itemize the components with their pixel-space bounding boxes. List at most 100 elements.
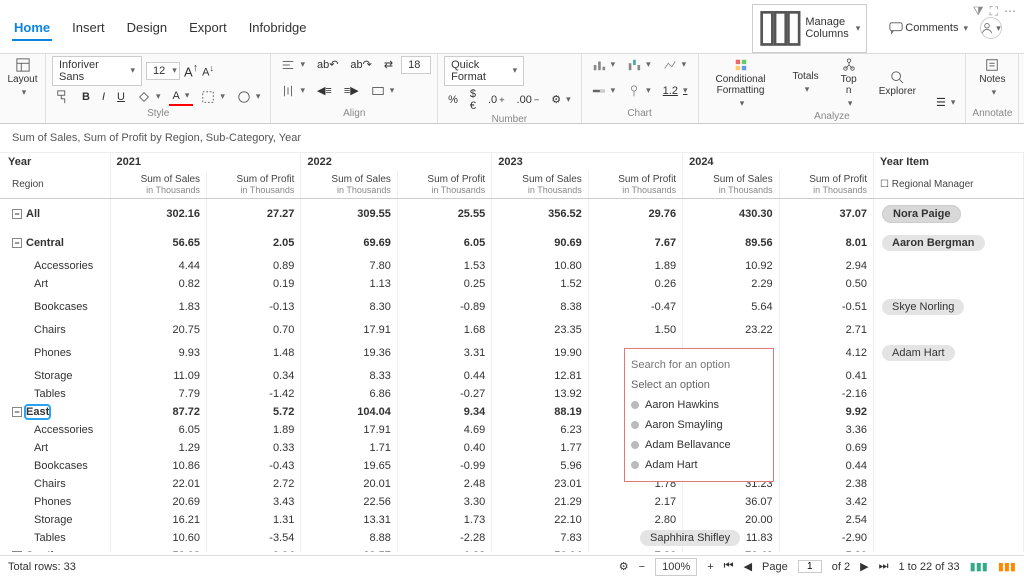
data-cell[interactable]: -0.89 xyxy=(397,293,491,321)
data-cell[interactable]: 6.23 xyxy=(492,421,589,439)
tab-export[interactable]: Export xyxy=(187,16,229,41)
zoom-level[interactable]: 100% xyxy=(655,558,697,576)
data-cell[interactable]: 4.44 xyxy=(110,257,207,275)
data-cell[interactable]: 10.86 xyxy=(110,457,207,475)
tab-design[interactable]: Design xyxy=(125,16,169,41)
data-cell[interactable]: 4.12 xyxy=(779,339,873,367)
table-row[interactable]: Tables7.79-1.426.86-0.2713.920.2910.59-2… xyxy=(0,385,1024,403)
data-cell[interactable]: 2.05 xyxy=(207,229,301,257)
align-v-button[interactable] xyxy=(277,82,309,100)
data-cell[interactable]: 89.56 xyxy=(683,229,780,257)
data-cell[interactable]: -2.16 xyxy=(779,385,873,403)
data-cell[interactable]: 23.35 xyxy=(492,321,589,339)
data-cell[interactable]: 17.91 xyxy=(301,421,398,439)
data-cell[interactable]: 8.33 xyxy=(301,367,398,385)
manager-chip[interactable]: Aaron Bergman xyxy=(882,235,985,251)
data-cell[interactable]: 19.36 xyxy=(301,339,398,367)
dec-inc-button[interactable]: .0+ xyxy=(484,92,509,108)
comments-button[interactable]: Comments xyxy=(885,19,972,37)
text-rotate-button[interactable]: ⇄ xyxy=(380,56,397,73)
data-cell[interactable]: 6.05 xyxy=(110,421,207,439)
data-cell[interactable]: 1.31 xyxy=(207,511,301,529)
data-cell[interactable]: 0.82 xyxy=(110,275,207,293)
table-row[interactable]: −All302.1627.27309.5525.55356.5229.76430… xyxy=(0,198,1024,229)
expand-icon[interactable]: ⛶ xyxy=(990,4,998,19)
data-cell[interactable]: 0.44 xyxy=(779,457,873,475)
font-size-select[interactable]: 12 xyxy=(146,62,180,80)
data-cell[interactable]: 7.36 xyxy=(588,547,682,552)
data-cell[interactable]: 3.31 xyxy=(397,339,491,367)
data-cell[interactable]: 13.92 xyxy=(492,385,589,403)
data-cell[interactable]: 5.64 xyxy=(683,293,780,321)
italic-button[interactable]: I xyxy=(98,89,109,105)
data-cell[interactable]: 2.94 xyxy=(779,257,873,275)
manager-cell[interactable] xyxy=(874,421,1024,439)
more-icon[interactable]: ⋯ xyxy=(1004,4,1016,19)
data-cell[interactable]: 56.65 xyxy=(110,229,207,257)
page-input[interactable] xyxy=(798,560,822,573)
data-cell[interactable]: 12.81 xyxy=(492,367,589,385)
table-row[interactable]: −East87.725.72104.049.3488.195.98123.919… xyxy=(0,403,1024,421)
data-cell[interactable]: 0.34 xyxy=(207,367,301,385)
collapse-icon[interactable]: − xyxy=(12,238,22,248)
indent-inc-button[interactable]: ≡▶ xyxy=(340,82,363,99)
data-cell[interactable]: 22.10 xyxy=(492,511,589,529)
data-cell[interactable]: 20.00 xyxy=(683,511,780,529)
data-cell[interactable]: 16.21 xyxy=(110,511,207,529)
data-cell[interactable]: 3.43 xyxy=(207,493,301,511)
data-cell[interactable]: 23.01 xyxy=(492,475,589,493)
number-more-button[interactable]: ⚙ xyxy=(547,91,574,108)
filter-icon[interactable]: ⧩ xyxy=(973,4,984,19)
manager-cell[interactable]: Aaron Bergman xyxy=(874,229,1024,257)
data-cell[interactable]: 8.38 xyxy=(492,293,589,321)
manager-chip-extra[interactable]: Saphhira Shifley xyxy=(640,530,740,546)
data-cell[interactable]: 0.89 xyxy=(207,257,301,275)
next-page-button[interactable]: ▶ xyxy=(860,560,868,573)
data-cell[interactable]: 2.71 xyxy=(779,321,873,339)
underline-style-button[interactable]: 1.2 xyxy=(659,83,692,99)
data-cell[interactable]: 87.72 xyxy=(110,403,207,421)
data-cell[interactable]: 2.80 xyxy=(588,511,682,529)
data-cell[interactable]: -2.28 xyxy=(397,529,491,547)
data-cell[interactable]: 0.50 xyxy=(779,275,873,293)
border-button[interactable] xyxy=(197,88,229,106)
data-cell[interactable]: 1.52 xyxy=(492,275,589,293)
data-cell[interactable]: 3.30 xyxy=(397,493,491,511)
manager-cell[interactable] xyxy=(874,321,1024,339)
bar-chart-button[interactable] xyxy=(588,56,620,74)
data-cell[interactable]: 2.54 xyxy=(779,511,873,529)
manager-cell[interactable] xyxy=(874,257,1024,275)
data-cell[interactable]: 10.92 xyxy=(683,257,780,275)
data-cell[interactable]: 0.41 xyxy=(779,367,873,385)
data-cell[interactable]: 8.88 xyxy=(301,529,398,547)
collapse-icon[interactable]: − xyxy=(12,407,22,417)
manager-cell[interactable] xyxy=(874,457,1024,475)
conditional-formatting-button[interactable]: Conditional Formatting xyxy=(705,56,777,111)
data-cell[interactable]: 5.72 xyxy=(207,403,301,421)
data-cell[interactable]: 25.55 xyxy=(397,198,491,229)
manager-cell[interactable] xyxy=(874,547,1024,552)
data-cell[interactable]: 29.76 xyxy=(588,198,682,229)
font-select[interactable]: Inforiver Sans xyxy=(52,56,142,86)
data-cell[interactable]: 302.16 xyxy=(110,198,207,229)
indent-dec-button[interactable]: ◀≡ xyxy=(313,82,336,99)
data-cell[interactable]: 2.38 xyxy=(779,475,873,493)
data-cell[interactable]: 7.80 xyxy=(301,257,398,275)
table-row[interactable]: −Central56.652.0569.696.0590.697.6789.56… xyxy=(0,229,1024,257)
data-cell[interactable]: 7.67 xyxy=(588,229,682,257)
data-cell[interactable]: 39.57 xyxy=(301,547,398,552)
table-row[interactable]: Tables10.60-3.548.88-2.287.83-2.3111.83-… xyxy=(0,529,1024,547)
data-cell[interactable]: 22.01 xyxy=(110,475,207,493)
settings-icon[interactable]: ⚙ xyxy=(619,560,629,573)
data-cell[interactable]: 3.42 xyxy=(779,493,873,511)
data-cell[interactable]: 1.73 xyxy=(397,511,491,529)
data-cell[interactable]: 0.70 xyxy=(207,321,301,339)
totals-button[interactable]: Totals xyxy=(787,69,825,97)
data-cell[interactable]: 6.86 xyxy=(301,385,398,403)
data-cell[interactable]: 9.34 xyxy=(397,403,491,421)
table-row[interactable]: Accessories6.051.8917.914.696.231.2614.8… xyxy=(0,421,1024,439)
theme-button[interactable] xyxy=(233,88,265,106)
data-cell[interactable]: 0.69 xyxy=(779,439,873,457)
table-row[interactable]: −South53.939.9439.571.8356.047.3676.465.… xyxy=(0,547,1024,552)
data-cell[interactable]: 0.26 xyxy=(588,275,682,293)
